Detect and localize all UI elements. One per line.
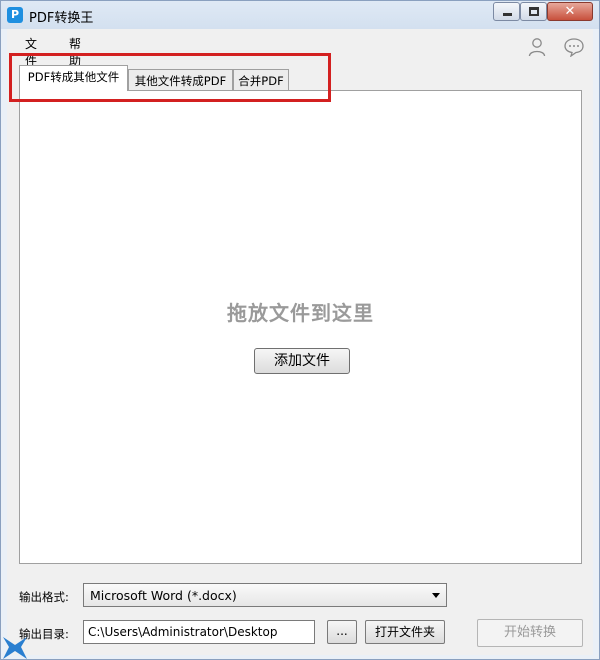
app-window: P PDF转换王 ✕ 文件 帮助 PDF转成其他文件 其他文件转成PDF 合并P — [0, 0, 600, 660]
output-format-value: Microsoft Word (*.docx) — [90, 588, 237, 603]
close-button[interactable]: ✕ — [547, 2, 593, 21]
browse-button[interactable]: ... — [327, 620, 357, 644]
output-dir-input[interactable]: C:\Users\Administrator\Desktop — [83, 620, 315, 644]
drop-hint: 拖放文件到这里 — [227, 301, 374, 325]
maximize-button[interactable] — [520, 2, 547, 21]
start-convert-button[interactable]: 开始转换 — [477, 619, 583, 647]
output-format-label: 输出格式: — [19, 590, 69, 604]
minimize-button[interactable] — [493, 2, 520, 21]
window-title: PDF转换王 — [29, 11, 94, 26]
close-icon: ✕ — [564, 4, 576, 19]
output-format-select[interactable]: Microsoft Word (*.docx) — [83, 583, 447, 607]
watermark-logo-icon — [3, 637, 27, 659]
chevron-down-icon — [432, 593, 440, 598]
annotation-highlight-box — [9, 53, 331, 102]
chat-icon[interactable] — [563, 37, 585, 57]
client-area: 文件 帮助 PDF转成其他文件 其他文件转成PDF 合并PDF 拖放文件到这里 … — [7, 29, 593, 655]
add-file-button[interactable]: 添加文件 — [254, 348, 350, 374]
file-drop-area[interactable]: 拖放文件到这里 添加文件 — [19, 90, 582, 564]
app-logo-icon: P — [7, 7, 23, 23]
title-bar[interactable]: P PDF转换王 ✕ — [1, 1, 599, 29]
user-icon[interactable] — [527, 37, 547, 57]
open-folder-button[interactable]: 打开文件夹 — [365, 620, 445, 644]
minimize-icon — [503, 13, 512, 16]
maximize-icon — [529, 7, 539, 16]
